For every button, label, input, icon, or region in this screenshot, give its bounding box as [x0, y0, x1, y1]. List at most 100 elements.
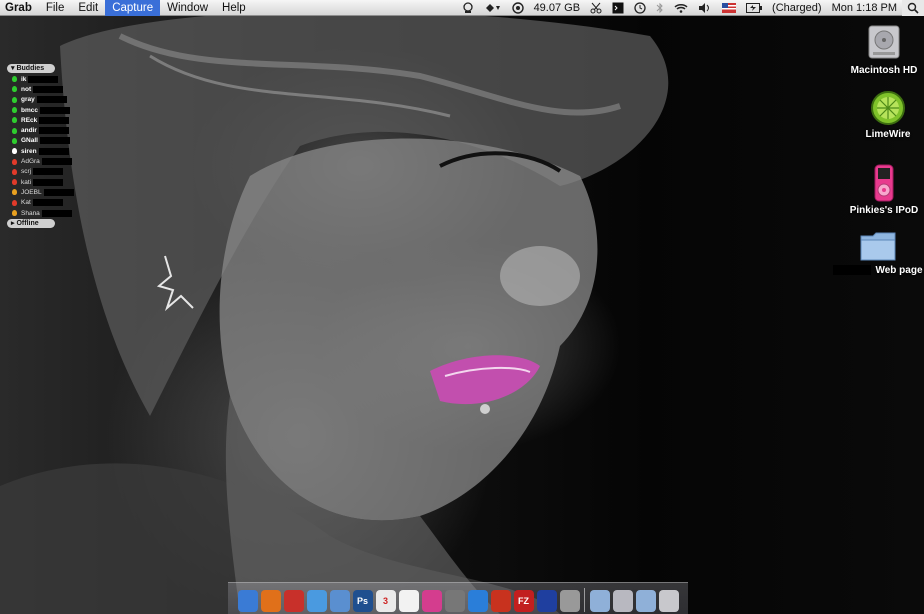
buddy-name: AdGra: [21, 158, 40, 166]
menu-capture[interactable]: Capture: [105, 0, 161, 16]
ipod-label: Pinkies's IPoD: [849, 205, 919, 216]
redacted-text: [38, 147, 69, 155]
safari-icon[interactable]: [329, 590, 350, 612]
menu-window[interactable]: Window: [160, 0, 215, 16]
buddy-list-item[interactable]: not: [7, 84, 89, 94]
buddy-list-item[interactable]: bmcc: [7, 105, 89, 115]
redacted-text: [36, 96, 67, 104]
clock[interactable]: Mon 1:18 PM: [827, 0, 902, 16]
redacted-text: [39, 116, 70, 124]
redacted-text: [39, 137, 70, 145]
buddy-name: kati: [21, 178, 32, 186]
menu-edit[interactable]: Edit: [71, 0, 105, 16]
buddy-list-item[interactable]: JOEBL: [7, 187, 89, 197]
battery-icon[interactable]: [741, 0, 767, 16]
desktop-icon-ipod[interactable]: Pinkies's IPoD: [844, 164, 924, 216]
buddy-list-item[interactable]: GNall: [7, 136, 89, 146]
offline-group-label: Offline: [16, 220, 39, 228]
buddy-list-item[interactable]: scrj: [7, 167, 89, 177]
buddy-name: gray: [21, 96, 35, 104]
buddy-status-icon: [12, 210, 17, 216]
ical-icon[interactable]: 3: [375, 590, 396, 612]
buddy-status-icon: [12, 107, 17, 114]
buddy-list-item[interactable]: AdGra: [7, 156, 89, 166]
pinkapp-icon[interactable]: [421, 590, 442, 612]
redacted-text: [33, 85, 64, 93]
buddy-name: Shana: [21, 209, 40, 217]
itunes-icon[interactable]: [306, 590, 327, 612]
buddy-name: not: [21, 85, 32, 93]
hard-drive-icon: [868, 25, 900, 59]
dock: Ps 3 FZ: [228, 582, 688, 614]
folder-icon[interactable]: [589, 590, 610, 612]
buddy-list-item[interactable]: kati: [7, 177, 89, 187]
desktop-icon-macintosh-hd[interactable]: Macintosh HD: [844, 22, 924, 76]
dock-separator: [584, 588, 585, 612]
bluetooth-icon[interactable]: [651, 0, 669, 16]
buddy-status-icon: [12, 168, 17, 175]
buddy-status-icon: [12, 86, 17, 93]
redacted-text: [33, 178, 64, 186]
buddy-list-item[interactable]: Kat: [7, 198, 89, 208]
adium-icon[interactable]: [283, 590, 304, 612]
menu-file[interactable]: File: [39, 0, 72, 16]
desktop-icon-limewire[interactable]: LimeWire: [848, 90, 924, 140]
redacted-text: [38, 127, 69, 135]
folder-icon: [860, 232, 896, 261]
downloads-icon[interactable]: [612, 590, 633, 612]
buddy-name: ik: [21, 75, 27, 83]
filezilla-icon[interactable]: FZ: [513, 590, 534, 612]
photoshop-icon[interactable]: Ps: [352, 590, 373, 612]
buddy-status-icon: [12, 76, 17, 83]
dock-item-label: Ps: [356, 596, 368, 606]
buddy-list-item[interactable]: siren: [7, 146, 89, 156]
buddy-list-item[interactable]: andir: [7, 125, 89, 135]
offline-group-header[interactable]: ▸ Offline: [7, 219, 55, 229]
buddies-group-header[interactable]: ▾ Buddies: [7, 64, 55, 73]
quicktime-icon[interactable]: [467, 590, 488, 612]
menu-bar: Grab File Edit Capture Window Help 49.07…: [0, 0, 924, 16]
growl-icon[interactable]: [479, 0, 507, 16]
time-machine-icon[interactable]: [629, 0, 651, 16]
buddy-list-item[interactable]: Shana: [7, 208, 89, 218]
buddy-name: andir: [21, 127, 37, 135]
buddy-list-item[interactable]: REck: [7, 115, 89, 125]
buddy-status-icon: [12, 179, 17, 186]
spotlight-icon[interactable]: [902, 0, 924, 16]
bluefish-icon[interactable]: [536, 590, 557, 612]
redacted-text: [39, 106, 70, 114]
buddy-status-icon: [12, 148, 17, 155]
tomato-icon[interactable]: [490, 590, 511, 612]
buddy-list-item[interactable]: ik: [7, 74, 89, 84]
trash-icon[interactable]: [658, 590, 679, 612]
terminal-icon[interactable]: [607, 0, 629, 16]
desktop-icon-web-page[interactable]: Web page: [828, 230, 924, 276]
menu-help[interactable]: Help: [215, 0, 253, 16]
quicksilver-icon[interactable]: [507, 0, 529, 16]
firefox-icon[interactable]: [260, 590, 281, 612]
battery-status: (Charged): [772, 1, 822, 14]
buddy-name: JOEBL: [21, 188, 42, 196]
flag-icon[interactable]: [717, 0, 741, 16]
disk-space-label: 49.07 GB: [533, 1, 581, 14]
finder-icon[interactable]: [237, 590, 258, 612]
buddy-name: scrj: [21, 168, 32, 176]
textedit-icon[interactable]: [398, 590, 419, 612]
buddy-status-icon: [12, 137, 17, 144]
folder2-icon[interactable]: [635, 590, 656, 612]
adium-status-icon[interactable]: [457, 0, 479, 16]
redacted-text: [41, 158, 72, 166]
itunes2-icon[interactable]: [444, 590, 465, 612]
volume-icon[interactable]: [693, 0, 717, 16]
redacted-text: [33, 168, 64, 176]
app-menu[interactable]: Grab: [0, 0, 39, 16]
redacted-text: [32, 199, 63, 207]
redacted-text: [41, 209, 72, 217]
scissors-icon[interactable]: [585, 0, 607, 16]
redacted-text: [833, 265, 872, 276]
limewire-label: LimeWire: [865, 129, 911, 140]
preview-icon[interactable]: [559, 590, 580, 612]
buddy-name: bmcc: [21, 106, 38, 114]
wifi-icon[interactable]: [669, 0, 693, 16]
buddy-list-item[interactable]: gray: [7, 95, 89, 105]
